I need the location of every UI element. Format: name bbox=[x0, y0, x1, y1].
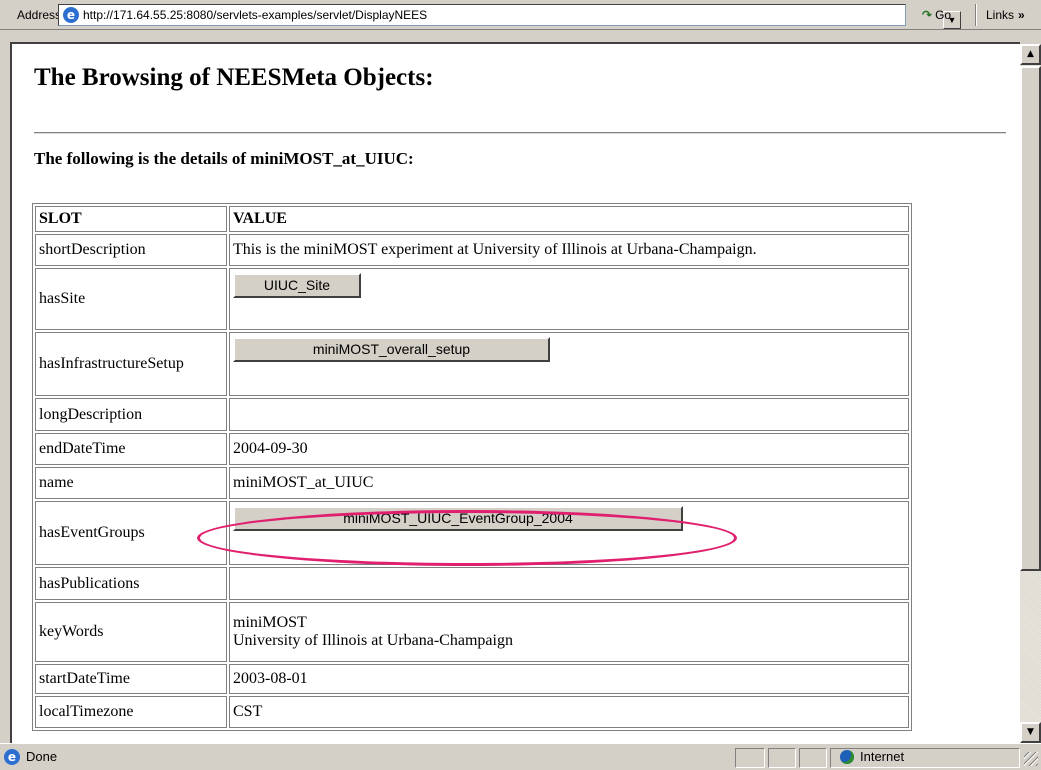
table-row: hasSite UIUC_Site bbox=[35, 268, 909, 330]
resize-grip-icon[interactable] bbox=[1024, 752, 1038, 766]
status-text: Done bbox=[26, 749, 58, 764]
details-table: SLOT VALUE shortDescription This is the … bbox=[32, 203, 912, 731]
slot-cell: hasEventGroups bbox=[35, 501, 227, 565]
links-label: Links bbox=[986, 8, 1015, 22]
value-cell: 2004-09-30 bbox=[229, 433, 909, 465]
header-value: VALUE bbox=[229, 206, 909, 232]
value-cell: miniMOST_overall_setup bbox=[229, 332, 909, 396]
table-row: hasEventGroups miniMOST_UIUC_EventGroup_… bbox=[35, 501, 909, 565]
value-cell: UIUC_Site bbox=[229, 268, 909, 330]
infrastructure-setup-button[interactable]: miniMOST_overall_setup bbox=[233, 337, 550, 362]
go-arrow-icon: ↷ bbox=[922, 8, 933, 22]
globe-icon bbox=[840, 750, 854, 764]
address-bar: Address e http://171.64.55.25:8080/servl… bbox=[0, 0, 1041, 30]
table-row: startDateTime 2003-08-01 bbox=[35, 664, 909, 694]
value-cell: miniMOST_at_UIUC bbox=[229, 467, 909, 499]
address-url[interactable]: http://171.64.55.25:8080/servlets-exampl… bbox=[83, 8, 427, 22]
table-row: hasPublications bbox=[35, 567, 909, 600]
details-heading: The following is the details of miniMOST… bbox=[34, 149, 414, 168]
value-cell: 2003-08-01 bbox=[229, 664, 909, 694]
value-cell: CST bbox=[229, 696, 909, 728]
links-button[interactable]: Links» bbox=[986, 8, 1025, 22]
table-row: longDescription bbox=[35, 398, 909, 431]
go-label: Go bbox=[935, 8, 952, 22]
page-icon: e bbox=[4, 749, 20, 765]
value-cell: This is the miniMOST experiment at Unive… bbox=[229, 234, 909, 266]
address-input[interactable]: e http://171.64.55.25:8080/servlets-exam… bbox=[58, 4, 961, 29]
keyword-line: University of Illinois at Urbana-Champai… bbox=[233, 632, 513, 649]
value-cell bbox=[229, 567, 909, 600]
slot-cell: name bbox=[35, 467, 227, 499]
scrollbar-thumb[interactable] bbox=[1020, 66, 1041, 571]
scroll-up-icon[interactable]: ▲ bbox=[1020, 44, 1041, 65]
vertical-scrollbar[interactable]: ▲ ▼ bbox=[1020, 44, 1041, 743]
page-icon: e bbox=[63, 7, 79, 23]
zone-pane bbox=[830, 748, 1020, 768]
table-row: hasInfrastructureSetup miniMOST_overall_… bbox=[35, 332, 909, 396]
table-header-row: SLOT VALUE bbox=[35, 206, 909, 232]
table-row: keyWords miniMOST University of Illinois… bbox=[35, 602, 909, 662]
slot-cell: shortDescription bbox=[35, 234, 227, 266]
page-content: The Browsing of NEESMeta Objects: The fo… bbox=[10, 42, 1020, 743]
header-slot: SLOT bbox=[35, 206, 227, 232]
status-pane bbox=[735, 748, 765, 768]
table-row: shortDescription This is the miniMOST ex… bbox=[35, 234, 909, 266]
slot-cell: hasInfrastructureSetup bbox=[35, 332, 227, 396]
table-row: name miniMOST_at_UIUC bbox=[35, 467, 909, 499]
slot-cell: localTimezone bbox=[35, 696, 227, 728]
value-cell: miniMOST_UIUC_EventGroup_2004 bbox=[229, 501, 909, 565]
horizontal-rule bbox=[34, 132, 1006, 134]
table-row: localTimezone CST bbox=[35, 696, 909, 728]
status-pane bbox=[799, 748, 827, 768]
slot-cell: hasSite bbox=[35, 268, 227, 330]
slot-cell: endDateTime bbox=[35, 433, 227, 465]
slot-cell: keyWords bbox=[35, 602, 227, 662]
chevron-right-icon: » bbox=[1018, 8, 1025, 22]
slot-cell: startDateTime bbox=[35, 664, 227, 694]
page-title: The Browsing of NEESMeta Objects: bbox=[34, 64, 434, 91]
slot-cell: longDescription bbox=[35, 398, 227, 431]
keyword-line: miniMOST bbox=[233, 614, 307, 631]
scroll-down-icon[interactable]: ▼ bbox=[1020, 722, 1041, 743]
zone-text: Internet bbox=[860, 749, 905, 764]
toolbar-separator bbox=[975, 4, 977, 26]
event-groups-button[interactable]: miniMOST_UIUC_EventGroup_2004 bbox=[233, 506, 683, 531]
value-cell: miniMOST University of Illinois at Urban… bbox=[229, 602, 909, 662]
status-pane bbox=[768, 748, 796, 768]
site-button[interactable]: UIUC_Site bbox=[233, 273, 361, 298]
address-label: Address bbox=[17, 8, 62, 22]
slot-cell: hasPublications bbox=[35, 567, 227, 600]
status-bar: e Done Internet bbox=[0, 743, 1041, 770]
table-row: endDateTime 2004-09-30 bbox=[35, 433, 909, 465]
value-cell bbox=[229, 398, 909, 431]
go-button[interactable]: ↷ Go bbox=[922, 8, 951, 22]
